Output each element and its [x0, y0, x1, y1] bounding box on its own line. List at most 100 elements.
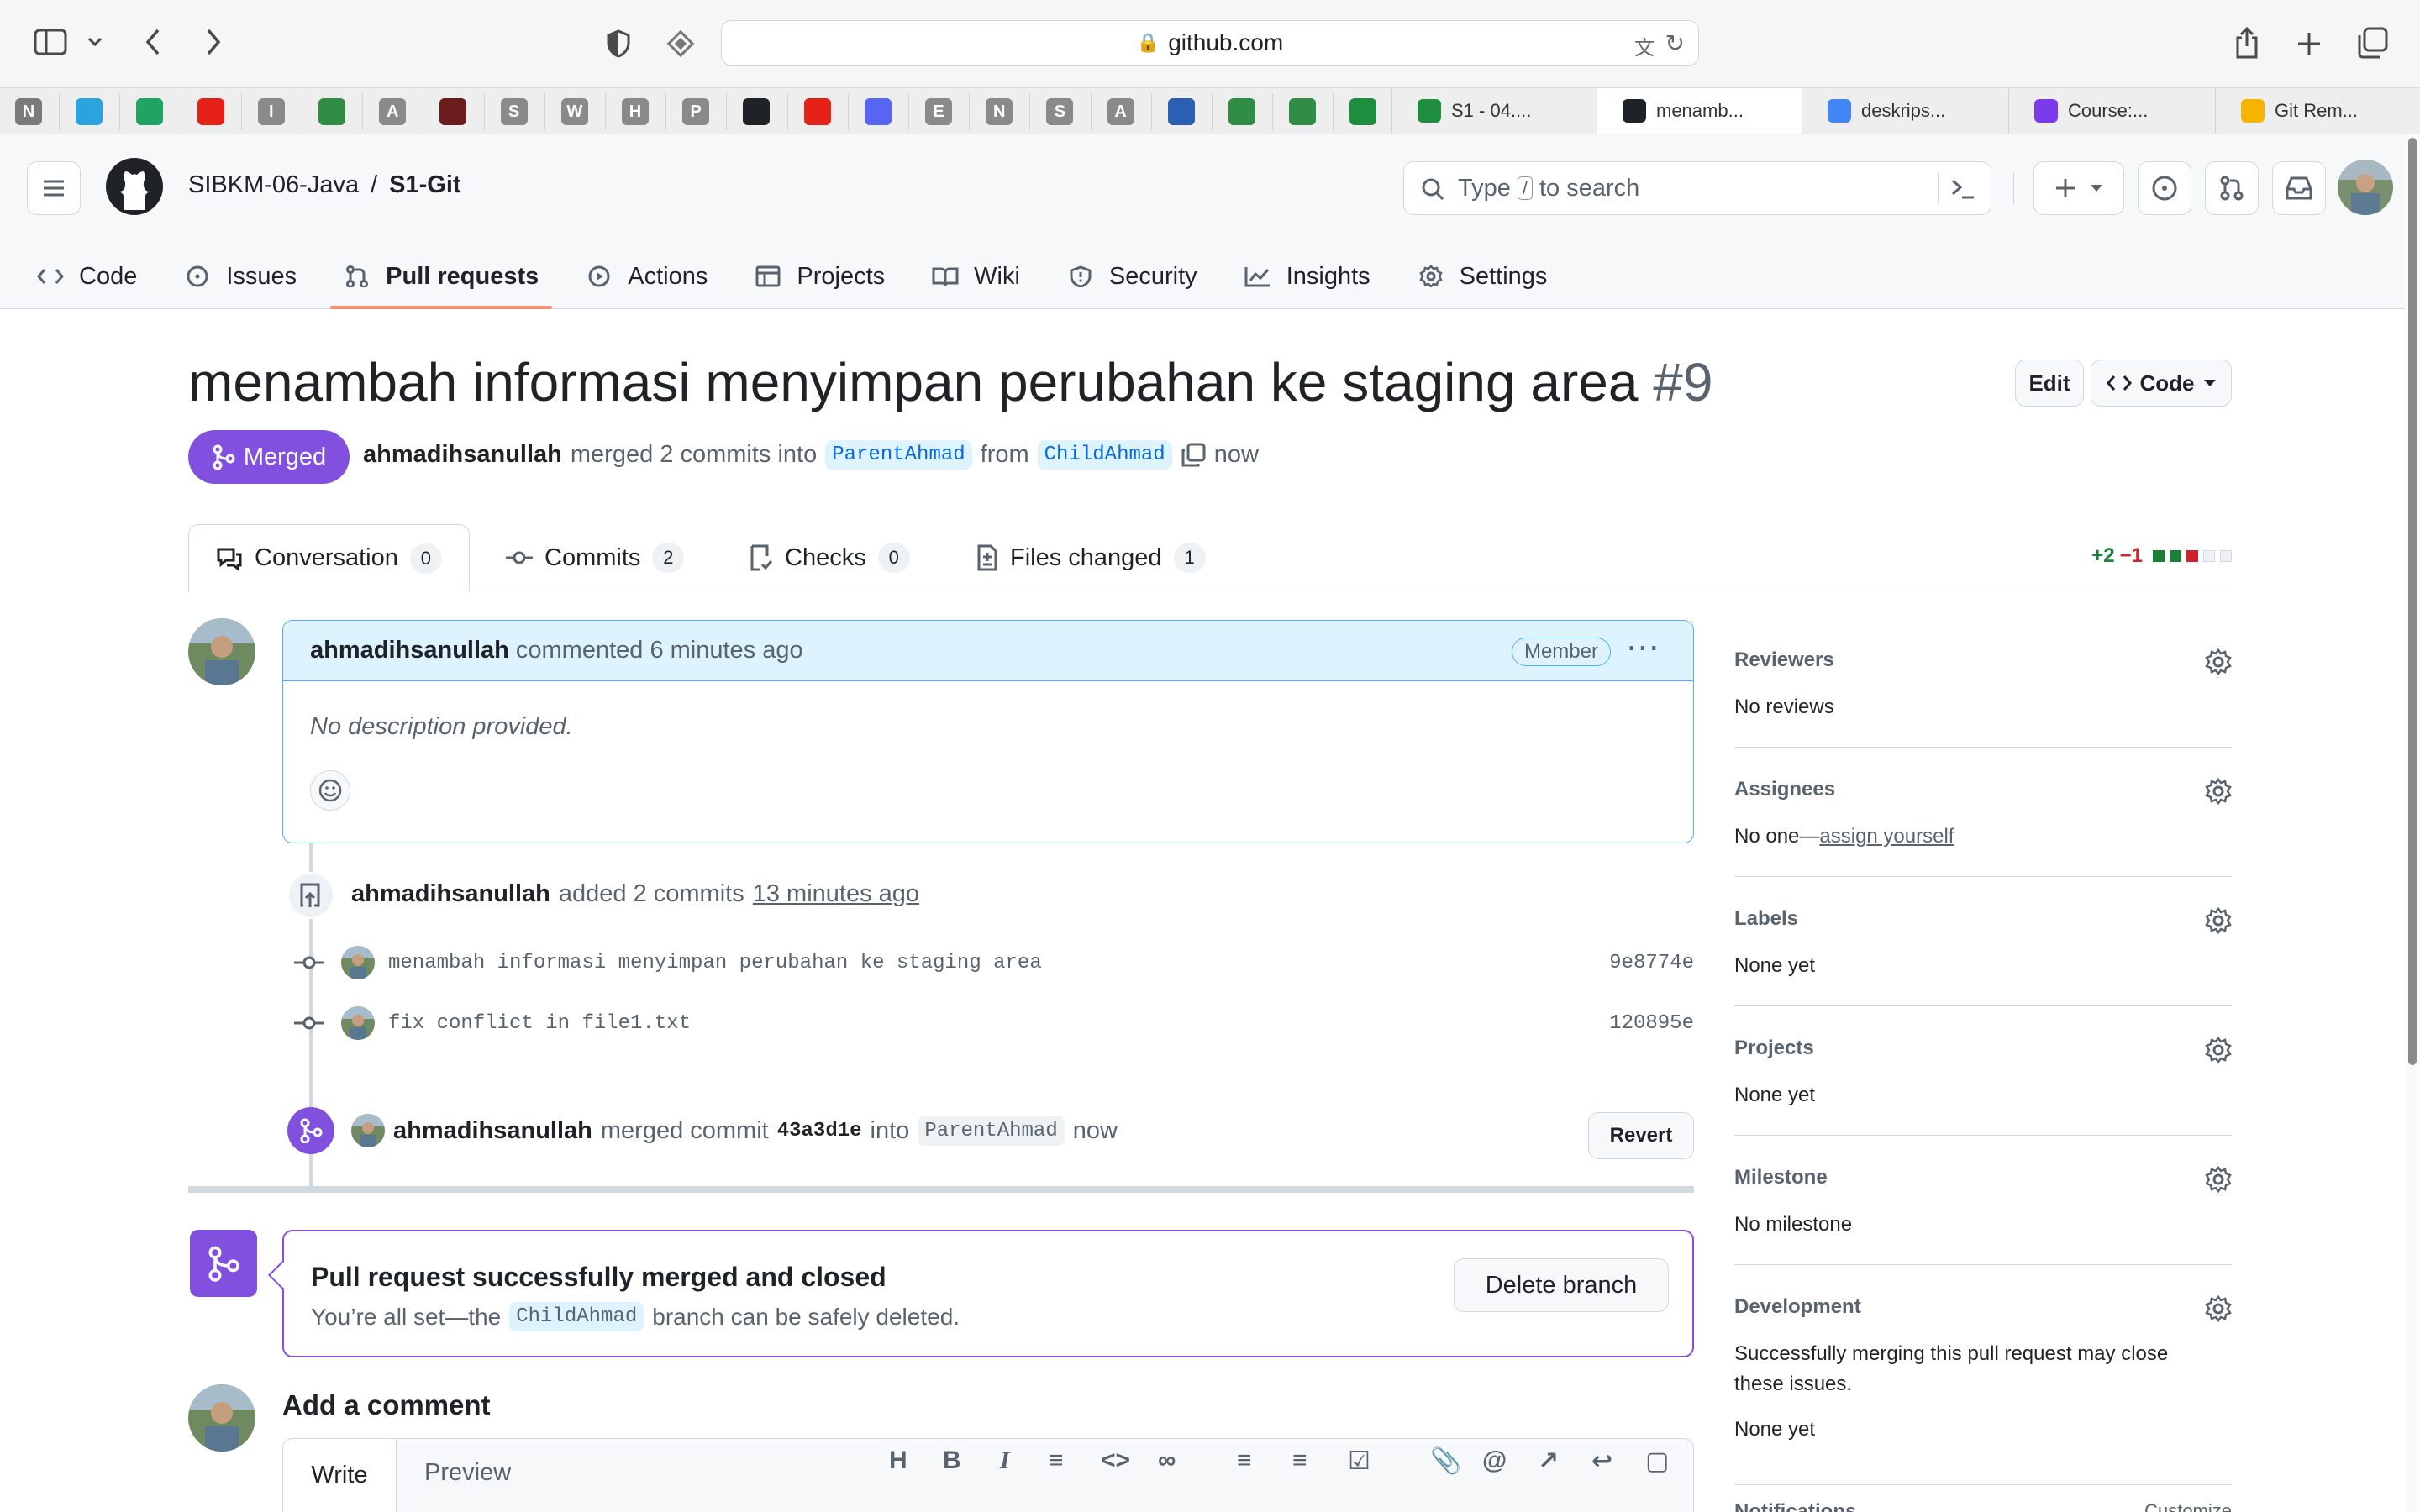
deletable-branch-link[interactable]: ChildAhmad — [509, 1302, 644, 1331]
comment-author-link[interactable]: ahmadihsanullah — [310, 637, 509, 664]
kebab-horizontal-icon[interactable]: ⋯ — [1626, 631, 1660, 664]
geeks-icon[interactable] — [1289, 98, 1317, 125]
scrollbar-thumb[interactable] — [2408, 138, 2417, 1065]
repo-owner-link[interactable]: SIBKM-06-Java — [188, 171, 359, 199]
customize-link[interactable]: Customize — [2144, 1500, 2232, 1512]
site-a-icon[interactable]: A — [379, 98, 407, 125]
youtube-icon[interactable] — [197, 98, 224, 125]
gear-icon[interactable] — [2205, 1037, 2232, 1063]
forward-icon[interactable] — [198, 25, 229, 59]
privacy-shield-icon[interactable] — [602, 27, 635, 60]
telegram-icon[interactable] — [76, 98, 103, 125]
copy-icon[interactable] — [1181, 443, 1206, 468]
site-a-icon[interactable]: A — [1107, 98, 1134, 125]
sidebar-toggle-icon[interactable] — [32, 27, 69, 57]
google-drive-icon[interactable] — [136, 98, 164, 125]
site-e-icon[interactable]: E — [925, 98, 952, 125]
site-s-icon[interactable]: S — [1046, 98, 1074, 125]
geeks-icon[interactable] — [318, 98, 345, 125]
comment-action[interactable]: commented 6 minutes ago — [516, 637, 803, 664]
gear-icon[interactable] — [2205, 648, 2232, 675]
preview-tab[interactable]: Preview — [424, 1459, 511, 1487]
tab-checks[interactable]: Checks 0 — [750, 524, 910, 591]
base-branch-link[interactable]: ParentAhmad — [825, 440, 972, 470]
tab-conversation[interactable]: Conversation 0 — [188, 524, 470, 592]
site-s-icon[interactable]: S — [500, 98, 528, 125]
youtube-icon[interactable] — [803, 98, 831, 125]
code-icon[interactable]: <> — [1101, 1446, 1130, 1475]
tab-insights[interactable]: Insights — [1221, 244, 1394, 309]
browser-tab[interactable]: Course:... — [2008, 88, 2215, 134]
site-h-icon[interactable]: H — [622, 98, 649, 125]
discord-icon[interactable] — [864, 98, 892, 125]
sidebar-title[interactable]: Assignees — [1734, 778, 2232, 801]
merge-commit-sha-link[interactable]: 43a3d1e — [777, 1120, 862, 1142]
user-avatar[interactable] — [2338, 160, 2393, 215]
site-p-icon[interactable]: P — [682, 98, 710, 125]
commit-message-link[interactable]: menambah informasi menyimpan perubahan k… — [388, 952, 1042, 974]
command-palette-icon[interactable] — [1950, 177, 1975, 201]
quote-icon[interactable]: ≡ — [1049, 1446, 1064, 1475]
tab-projects[interactable]: Projects — [731, 244, 908, 309]
delete-branch-button[interactable]: Delete branch — [1454, 1258, 1669, 1312]
share-icon[interactable] — [2230, 24, 2264, 62]
add-reaction-button[interactable] — [310, 770, 350, 811]
tab-overview-icon[interactable] — [2354, 25, 2390, 60]
commit-sha-link[interactable]: 9e8774e — [1609, 952, 1694, 974]
bold-icon[interactable]: B — [943, 1446, 961, 1475]
github-logo-icon[interactable] — [106, 158, 163, 215]
tab-security[interactable]: Security — [1044, 244, 1221, 309]
extension-icon[interactable] — [662, 27, 699, 60]
push-author-link[interactable]: ahmadihsanullah — [351, 880, 550, 908]
italic-icon[interactable]: I — [1000, 1446, 1010, 1475]
merger-avatar[interactable] — [351, 1114, 385, 1147]
fullscreen-icon[interactable]: ▢ — [1645, 1446, 1669, 1476]
classroom-icon[interactable] — [1349, 98, 1377, 125]
site-i-icon[interactable]: I — [257, 98, 285, 125]
search-input[interactable]: Type / to search — [1403, 161, 1991, 215]
edit-title-button[interactable]: Edit — [2015, 360, 2084, 407]
tab-commits[interactable]: Commits 2 — [506, 524, 685, 591]
notion-icon[interactable]: N — [15, 98, 42, 125]
gear-icon[interactable] — [2205, 1295, 2232, 1322]
commit-sha-link[interactable]: 120895e — [1609, 1012, 1694, 1035]
sidebar-title[interactable]: Labels — [1734, 907, 2232, 931]
github-icon[interactable] — [743, 98, 771, 125]
site-n-icon[interactable]: N — [986, 98, 1013, 125]
revert-button[interactable]: Revert — [1588, 1112, 1694, 1159]
chevron-down-icon[interactable] — [84, 30, 106, 54]
tab-issues[interactable]: Issues — [160, 244, 320, 309]
browser-tab[interactable]: S1 - 04.... — [1392, 88, 1597, 134]
browser-tab[interactable]: menamb... — [1597, 88, 1802, 134]
anime-icon[interactable] — [439, 98, 467, 125]
assign-yourself-link[interactable]: assign yourself — [1819, 825, 1954, 848]
write-tab[interactable]: Write — [282, 1438, 397, 1512]
cross-reference-icon[interactable]: ↗ — [1538, 1446, 1559, 1476]
tab-pull-requests[interactable]: Pull requests — [320, 244, 562, 309]
gear-icon[interactable] — [2205, 778, 2232, 805]
repo-name-link[interactable]: S1-Git — [389, 171, 460, 199]
task-list-icon[interactable]: ☑ — [1348, 1446, 1370, 1476]
site-w-icon[interactable]: W — [560, 98, 588, 125]
sidebar-title[interactable]: Milestone — [1734, 1166, 2232, 1189]
menu-button[interactable] — [27, 161, 81, 215]
commit-author-avatar[interactable] — [341, 1006, 375, 1040]
paperclip-icon[interactable]: 📎 — [1430, 1446, 1461, 1476]
pull-requests-button[interactable] — [2205, 161, 2259, 215]
new-tab-icon[interactable] — [2292, 27, 2326, 60]
tab-code[interactable]: Code — [0, 244, 160, 309]
browser-tab[interactable]: deskrips... — [1802, 88, 2008, 134]
sidebar-title[interactable]: Projects — [1734, 1037, 2232, 1060]
comment-author-avatar[interactable] — [188, 618, 255, 685]
issues-button[interactable] — [2138, 161, 2191, 215]
gear-icon[interactable] — [2205, 907, 2232, 934]
bullet-list-icon[interactable]: ≡ — [1292, 1446, 1307, 1475]
merger-author-link[interactable]: ahmadihsanullah — [393, 1117, 592, 1145]
sidebar-title[interactable]: Reviewers — [1734, 648, 2232, 672]
commit-message-link[interactable]: fix conflict in file1.txt — [388, 1012, 691, 1035]
kampus-icon[interactable] — [1167, 98, 1195, 125]
tab-settings[interactable]: Settings — [1394, 244, 1571, 309]
numbered-list-icon[interactable]: ≡ — [1237, 1446, 1252, 1475]
page-scrollbar[interactable] — [2405, 134, 2420, 1512]
inbox-button[interactable] — [2272, 161, 2326, 215]
